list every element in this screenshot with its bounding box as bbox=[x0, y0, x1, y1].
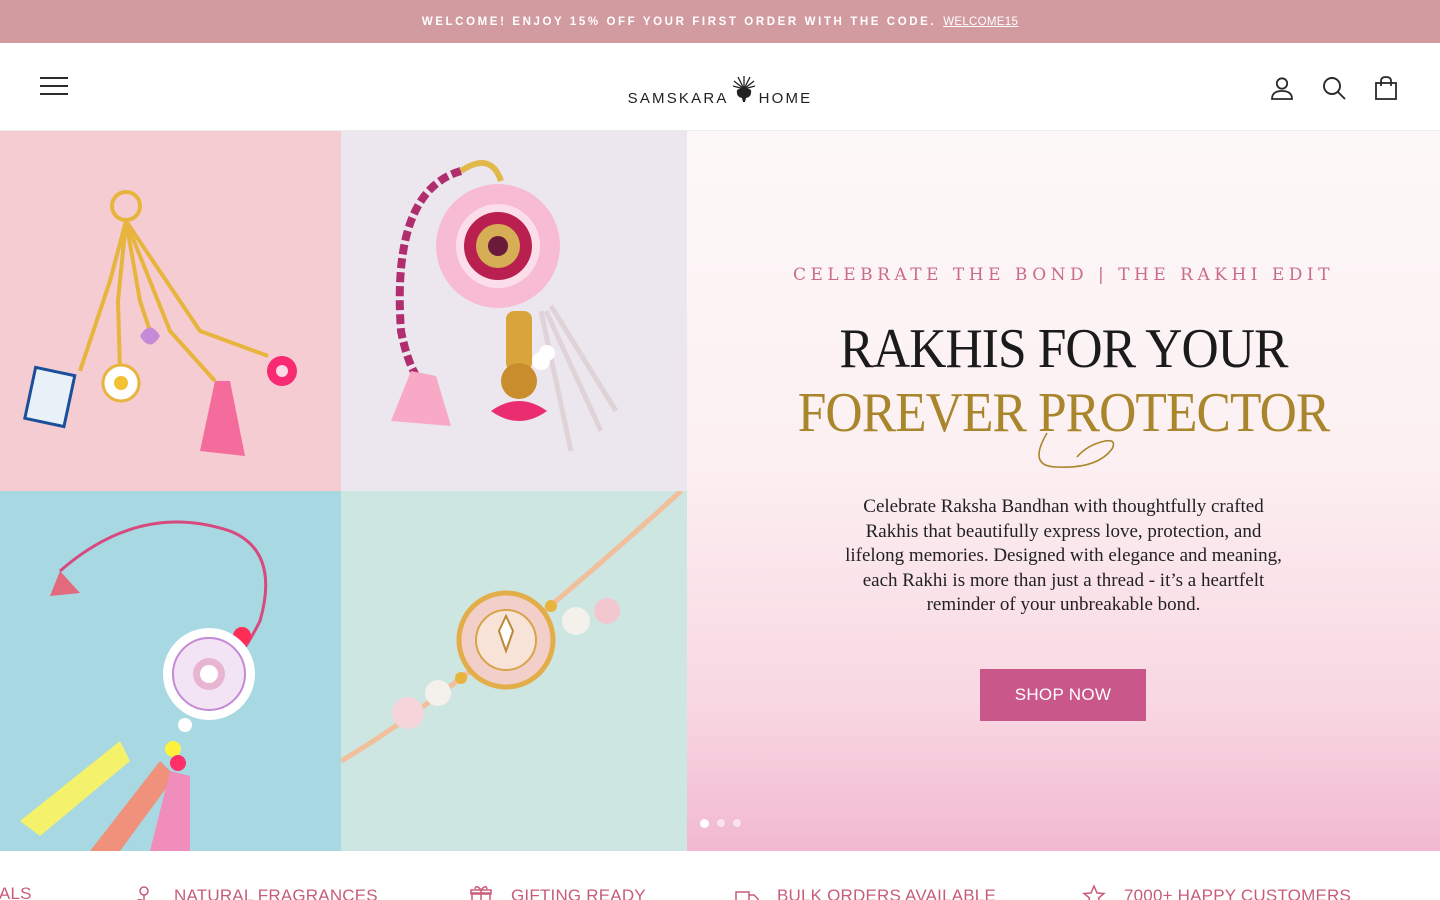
hero-eyebrow: CELEBRATE THE BOND | THE RAKHI EDIT bbox=[793, 265, 1334, 285]
announcement-bar: WELCOME! ENJOY 15% OFF YOUR FIRST ORDER … bbox=[0, 0, 1440, 43]
features-marquee: IALS NATURAL FRAGRANCES GIFTING READY BU… bbox=[0, 851, 1440, 900]
rakhi-flower-tassel-image[interactable] bbox=[0, 491, 341, 851]
star-icon bbox=[1082, 884, 1106, 900]
hero-banner: CELEBRATE THE BOND | THE RAKHI EDIT RAKH… bbox=[0, 131, 1440, 851]
rakhi-keychain-image[interactable] bbox=[0, 131, 341, 491]
feature-item: NATURAL FRAGRANCES bbox=[132, 884, 378, 900]
cart-icon[interactable] bbox=[1373, 75, 1399, 101]
feature-label: NATURAL FRAGRANCES bbox=[174, 886, 378, 900]
announcement-text: WELCOME! ENJOY 15% OFF YOUR FIRST ORDER … bbox=[421, 15, 937, 28]
account-icon[interactable] bbox=[1269, 75, 1295, 101]
site-logo[interactable]: SAMSKARA HOME bbox=[620, 71, 820, 107]
slideshow-dots bbox=[700, 818, 741, 828]
hero-description: Celebrate Raksha Bandhan with thoughtful… bbox=[845, 496, 1282, 616]
feature-label: BULK ORDERS AVAILABLE bbox=[777, 886, 996, 900]
logo-text-left: SAMSKARA bbox=[627, 90, 729, 107]
rakhi-pompom-image[interactable] bbox=[341, 131, 687, 491]
headline-flourish-icon bbox=[1038, 432, 1115, 468]
hero-text-panel: CELEBRATE THE BOND | THE RAKHI EDIT RAKH… bbox=[687, 131, 1440, 851]
search-icon[interactable] bbox=[1321, 75, 1347, 101]
feature-item: IALS bbox=[0, 884, 32, 900]
rakhi-kundan-image[interactable] bbox=[341, 491, 687, 851]
feature-label: GIFTING READY bbox=[511, 886, 646, 900]
lotus-logo-icon bbox=[732, 76, 755, 102]
feature-item: BULK ORDERS AVAILABLE bbox=[735, 884, 996, 900]
slide-dot-2[interactable] bbox=[717, 819, 725, 827]
feature-item: 7000+ HAPPY CUSTOMERS bbox=[1082, 884, 1351, 900]
logo-text-right: HOME bbox=[758, 90, 813, 107]
slide-dot-1[interactable] bbox=[700, 818, 709, 828]
menu-icon[interactable] bbox=[40, 77, 68, 99]
slide-dot-3[interactable] bbox=[733, 819, 741, 827]
feature-item: GIFTING READY bbox=[469, 884, 646, 900]
feature-label: IALS bbox=[0, 884, 32, 900]
feature-label: 7000+ HAPPY CUSTOMERS bbox=[1124, 886, 1352, 900]
discount-code-link[interactable]: WELCOME15 bbox=[943, 16, 1018, 28]
hero-headline-line1: RAKHIS FOR YOUR bbox=[839, 318, 1288, 380]
shop-now-button[interactable]: SHOP NOW bbox=[980, 669, 1146, 721]
site-header: SAMSKARA HOME bbox=[0, 43, 1440, 131]
flower-icon bbox=[136, 886, 149, 900]
gift-icon bbox=[470, 886, 492, 900]
truck-icon bbox=[735, 891, 759, 900]
